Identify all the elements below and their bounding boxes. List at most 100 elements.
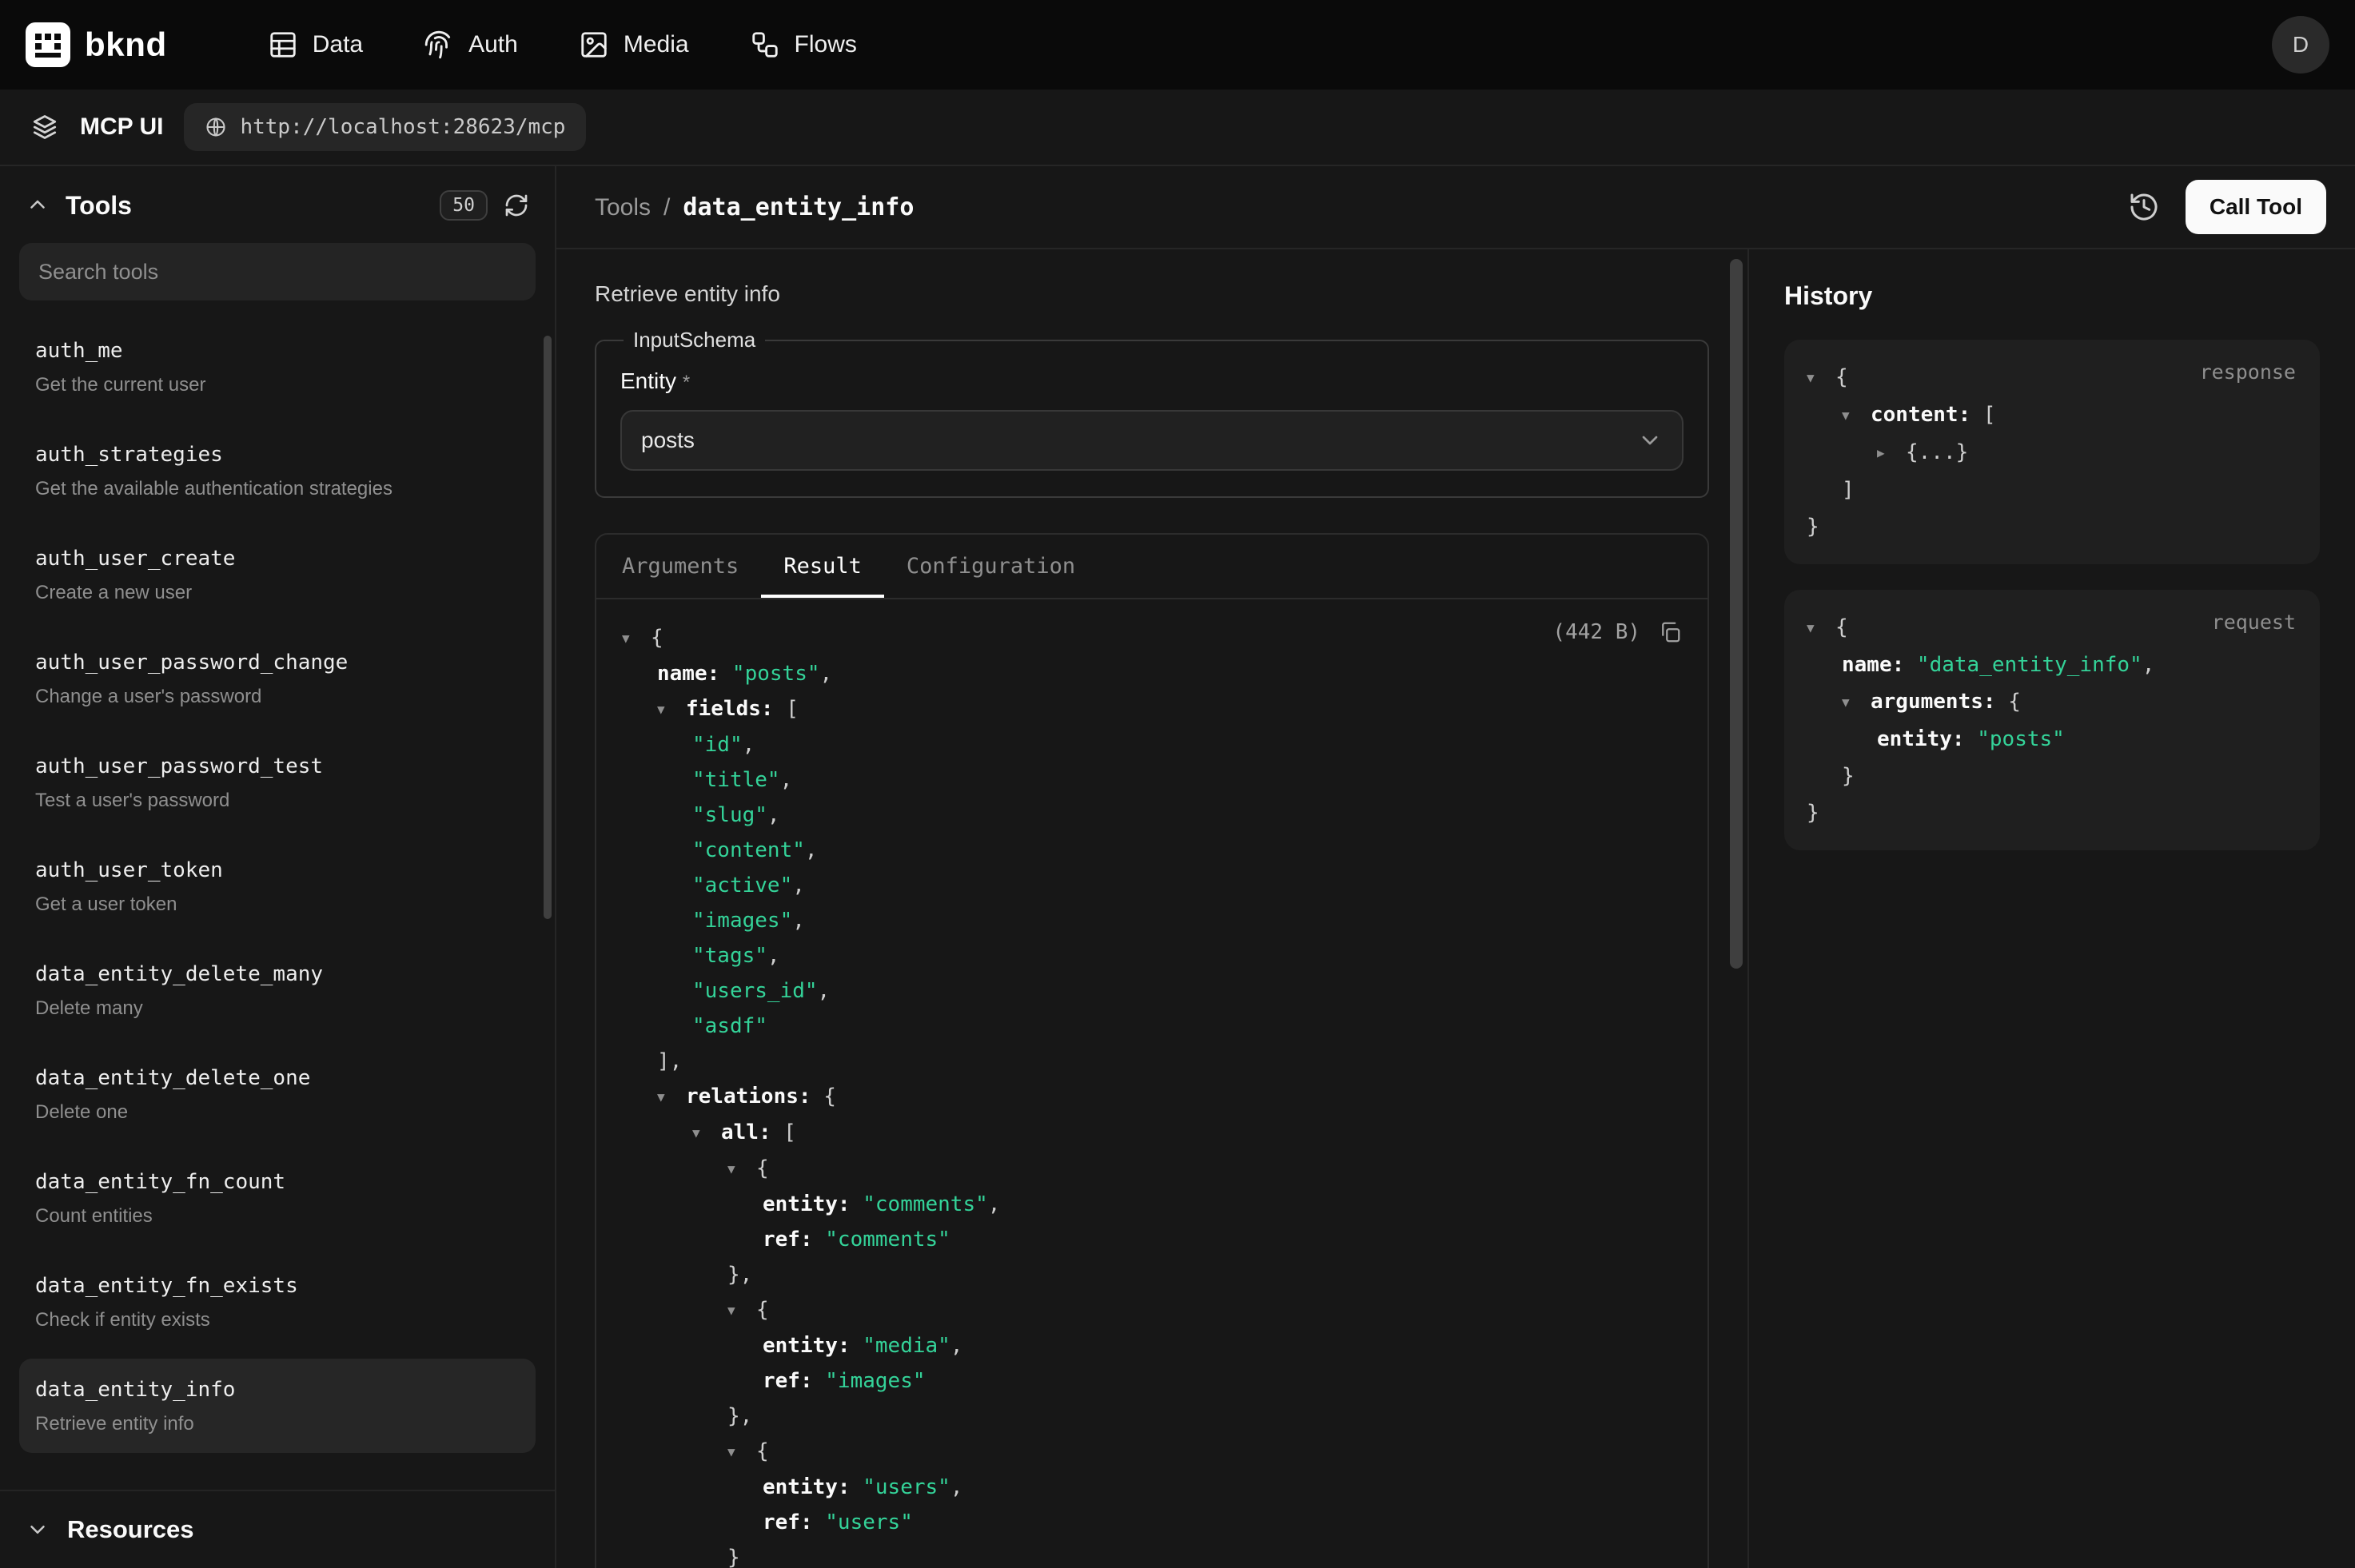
result-json-tree: ▼{name: "posts",▼fields: ["id","title","… bbox=[622, 620, 1682, 1568]
caret-down-icon[interactable]: ▼ bbox=[1842, 397, 1871, 434]
call-tool-button[interactable]: Call Tool bbox=[2186, 180, 2326, 234]
history-entry-kind: response bbox=[2200, 360, 2296, 384]
nav-item-label: Data bbox=[313, 31, 363, 58]
caret-right-icon[interactable]: ▶ bbox=[1877, 435, 1906, 472]
caret-down-icon[interactable]: ▼ bbox=[727, 1152, 756, 1187]
tool-list-item[interactable]: auth_me Get the current user bbox=[19, 320, 536, 414]
refresh-icon[interactable] bbox=[504, 193, 529, 218]
json-token-key: ref: bbox=[763, 1228, 825, 1252]
nav-item-flows[interactable]: Flows bbox=[729, 17, 878, 73]
input-schema-fieldset: InputSchema Entity * posts bbox=[595, 328, 1709, 498]
result-tabs: Arguments Result Configuration bbox=[596, 535, 1707, 599]
tool-description: Get the current user bbox=[35, 372, 520, 398]
tool-list-item[interactable]: auth_user_password_test Test a user's pa… bbox=[19, 735, 536, 830]
tools-title: Tools bbox=[66, 191, 132, 221]
json-token-p: { bbox=[756, 1439, 769, 1463]
history-icon[interactable] bbox=[2128, 191, 2160, 223]
json-line: entity: "comments", bbox=[622, 1187, 1682, 1222]
tool-detail-body: Retrieve entity info InputSchema Entity … bbox=[556, 249, 2355, 1568]
tab[interactable]: Configuration bbox=[884, 535, 1098, 598]
caret-down-icon[interactable]: ▼ bbox=[692, 1116, 721, 1151]
tool-name: data_entity_delete_many bbox=[35, 959, 520, 989]
database-icon bbox=[268, 30, 298, 60]
json-token-p: [ bbox=[783, 1120, 796, 1144]
caret-down-icon[interactable]: ▼ bbox=[1807, 610, 1835, 647]
tools-sidebar: Tools 50 auth_me Get the current user bbox=[0, 166, 556, 1568]
json-token-str: "slug" bbox=[692, 803, 767, 827]
json-line: "active", bbox=[622, 868, 1682, 903]
tool-list-item[interactable]: auth_user_password_change Change a user'… bbox=[19, 631, 536, 726]
tool-list-item[interactable]: data_entity_info Retrieve entity info bbox=[19, 1359, 536, 1453]
json-token-p: , bbox=[950, 1334, 963, 1358]
mcp-icon bbox=[30, 113, 59, 141]
caret-down-icon[interactable]: ▼ bbox=[727, 1435, 756, 1470]
tool-description: Get a user token bbox=[35, 892, 520, 917]
json-token-p: { bbox=[756, 1156, 769, 1180]
mcp-url-pill[interactable]: http://localhost:28623/mcp bbox=[184, 103, 586, 151]
json-token-p: , bbox=[805, 838, 818, 862]
caret-down-icon[interactable]: ▼ bbox=[727, 1293, 756, 1328]
tool-list-item[interactable]: data_entity_fn_count Count entities bbox=[19, 1151, 536, 1245]
json-token-p: ], bbox=[657, 1049, 682, 1073]
json-line: "title", bbox=[622, 762, 1682, 798]
nav-item-label: Auth bbox=[468, 31, 518, 58]
tool-list-item[interactable]: data_entity_delete_one Delete one bbox=[19, 1047, 536, 1141]
json-token-str: "users" bbox=[863, 1475, 950, 1499]
json-token-str: "comments" bbox=[825, 1228, 950, 1252]
resources-section-header[interactable]: Resources bbox=[0, 1490, 555, 1568]
json-line: ▼{ bbox=[622, 1434, 1682, 1470]
breadcrumb-root[interactable]: Tools bbox=[595, 194, 651, 221]
nav-item-auth[interactable]: Auth bbox=[403, 17, 539, 73]
search-input[interactable] bbox=[19, 243, 536, 300]
json-token-p: { bbox=[756, 1298, 769, 1322]
json-line: "users_id", bbox=[622, 973, 1682, 1009]
copy-icon[interactable] bbox=[1658, 620, 1682, 644]
entity-select[interactable]: posts bbox=[620, 410, 1684, 471]
json-line: ▼{ bbox=[622, 1292, 1682, 1328]
caret-down-icon[interactable]: ▼ bbox=[1807, 360, 1835, 396]
json-line: ▼all: [ bbox=[622, 1115, 1682, 1151]
caret-down-icon[interactable]: ▼ bbox=[657, 1080, 686, 1115]
chevron-down-icon bbox=[26, 1518, 50, 1542]
sidebar-scrollbar[interactable] bbox=[544, 336, 552, 919]
breadcrumb-current: data_entity_info bbox=[683, 193, 914, 221]
caret-down-icon[interactable]: ▼ bbox=[657, 692, 686, 727]
tab[interactable]: Result bbox=[761, 535, 884, 598]
chevron-up-icon[interactable] bbox=[26, 193, 50, 217]
json-line: ▼arguments: { bbox=[1807, 683, 2297, 721]
tool-list-item[interactable]: auth_strategies Get the available authen… bbox=[19, 424, 536, 518]
json-line: ref: "users" bbox=[622, 1505, 1682, 1540]
json-token-p: [ bbox=[786, 697, 799, 721]
nav-item-data[interactable]: Data bbox=[247, 17, 384, 73]
tab[interactable]: Arguments bbox=[600, 535, 761, 598]
caret-down-icon[interactable]: ▼ bbox=[622, 621, 651, 656]
json-token-key: name: bbox=[657, 662, 732, 686]
tool-name: auth_user_password_test bbox=[35, 751, 520, 782]
tool-name: auth_user_token bbox=[35, 855, 520, 885]
tool-list-item[interactable]: data_entity_fn_exists Check if entity ex… bbox=[19, 1255, 536, 1349]
json-line: name: "data_entity_info", bbox=[1807, 647, 2297, 683]
tool-description: Check if entity exists bbox=[35, 1307, 520, 1333]
tool-list-item[interactable]: auth_user_create Create a new user bbox=[19, 527, 536, 622]
json-line: entity: "posts" bbox=[1807, 721, 2297, 758]
json-token-str: "id" bbox=[692, 733, 743, 757]
tool-list-item[interactable]: data_entity_delete_many Delete many bbox=[19, 943, 536, 1037]
tool-detail-description: Retrieve entity info bbox=[595, 281, 1709, 307]
json-line: "asdf" bbox=[622, 1009, 1682, 1044]
nav-item-media[interactable]: Media bbox=[558, 17, 710, 73]
brand[interactable]: bknd bbox=[26, 22, 167, 67]
caret-down-icon[interactable]: ▼ bbox=[1842, 684, 1871, 721]
json-token-p: }, bbox=[727, 1404, 752, 1428]
history-entry-request[interactable]: request ▼{name: "data_entity_info",▼argu… bbox=[1784, 590, 2320, 850]
mcp-ui-app: bknd Data Auth Media bbox=[0, 0, 2355, 1568]
json-token-key: entity: bbox=[763, 1192, 863, 1216]
history-entry-response[interactable]: response ▼{▼content: [▶{...}]} bbox=[1784, 340, 2320, 564]
main-scrollbar[interactable] bbox=[1730, 259, 1743, 969]
json-token-str: "users" bbox=[825, 1510, 913, 1534]
json-line: ▼{ bbox=[622, 620, 1682, 656]
json-token-key: relations: bbox=[686, 1084, 823, 1108]
tool-list-item[interactable]: auth_user_token Get a user token bbox=[19, 839, 536, 933]
tool-description: Create a new user bbox=[35, 580, 520, 606]
user-avatar[interactable]: D bbox=[2272, 16, 2329, 74]
json-line: name: "posts", bbox=[622, 656, 1682, 691]
